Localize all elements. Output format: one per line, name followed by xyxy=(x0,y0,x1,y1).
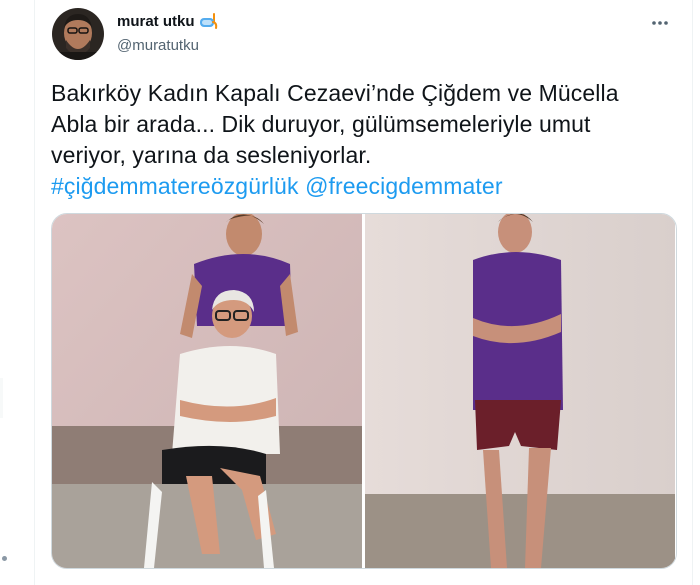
media-grid xyxy=(51,213,677,569)
display-name[interactable]: murat utku xyxy=(117,13,195,31)
media-photo-1[interactable] xyxy=(52,214,362,568)
mention-link[interactable]: @freecigdemmater xyxy=(305,173,503,199)
avatar[interactable] xyxy=(52,8,104,60)
more-options-button[interactable] xyxy=(645,8,675,38)
photo-two-women xyxy=(52,214,362,568)
side-edge-mark xyxy=(0,378,3,418)
hashtag-link[interactable]: #çiğdemmatereözgürlük xyxy=(51,173,299,199)
avatar-image xyxy=(52,8,104,60)
photo-standing-woman xyxy=(365,214,675,568)
tweet-text: Bakırköy Kadın Kapalı Cezaevi’nde Çiğdem… xyxy=(51,78,681,202)
tweet-text-line: veriyor, yarına da sesleniyorlar. xyxy=(51,142,372,168)
side-dot xyxy=(2,556,7,561)
tweet-card[interactable]: murat utku @muratutku Bakırköy Kadın Kap… xyxy=(34,0,693,585)
media-photo-2[interactable] xyxy=(365,214,675,568)
display-name-row: murat utku xyxy=(117,13,219,31)
diving-mask-icon xyxy=(199,13,219,31)
more-dots-icon xyxy=(652,21,668,25)
author-block[interactable]: murat utku @muratutku xyxy=(117,13,219,55)
handle[interactable]: @muratutku xyxy=(117,37,219,55)
tweet-text-line: Abla bir arada... Dik duruyor, gülümseme… xyxy=(51,111,591,137)
tweet-text-line: Bakırköy Kadın Kapalı Cezaevi’nde Çiğdem… xyxy=(51,80,619,106)
tweet-links-line: #çiğdemmatereözgürlük @freecigdemmater xyxy=(51,171,681,202)
